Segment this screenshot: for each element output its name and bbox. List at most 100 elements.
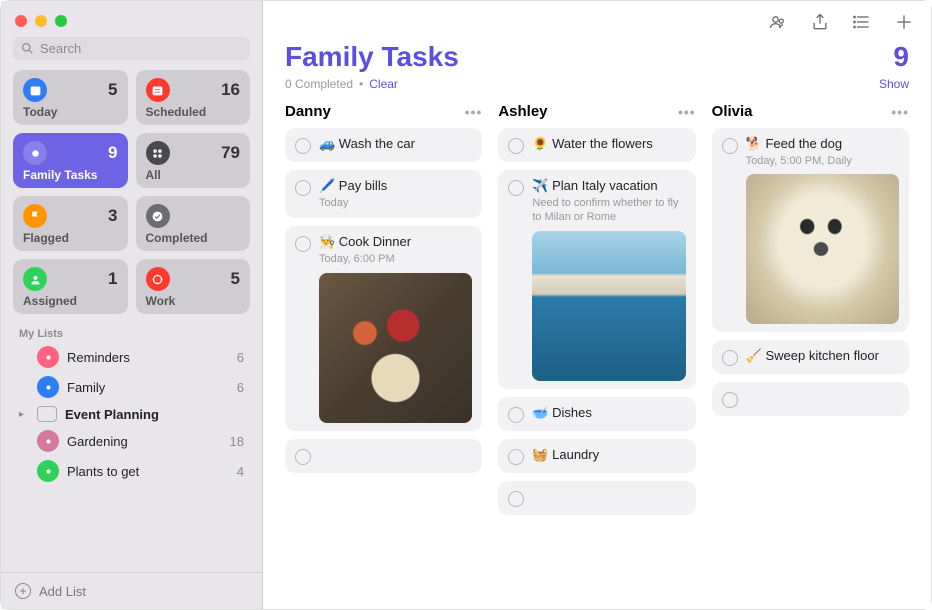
main-content: Family Tasks 9 0 Completed • Clear Show … xyxy=(263,1,931,609)
search-input[interactable]: Search xyxy=(13,37,250,60)
flagged-icon xyxy=(23,204,47,228)
new-task-placeholder[interactable] xyxy=(498,481,695,515)
task-item[interactable]: 👨‍🍳 Cook DinnerToday, 6:00 PM xyxy=(285,226,482,430)
my-lists: Reminders6Family6 ▸ Event Planning Gardenin… xyxy=(1,342,262,572)
task-image[interactable] xyxy=(319,273,472,423)
list-item-gardening[interactable]: Gardening 18 xyxy=(7,426,256,456)
task-item[interactable]: 🥣 Dishes xyxy=(498,397,695,431)
card-label: Today xyxy=(23,105,118,119)
minimize-window-button[interactable] xyxy=(35,15,47,27)
new-task-placeholder[interactable] xyxy=(285,439,482,473)
list-label: Gardening xyxy=(67,434,222,449)
smart-list-completed[interactable]: Completed xyxy=(136,196,251,251)
work-icon xyxy=(146,267,170,291)
list-title: Family Tasks xyxy=(285,41,459,73)
task-complete-radio[interactable] xyxy=(295,138,311,154)
task-complete-radio[interactable] xyxy=(722,350,738,366)
collaborate-button[interactable] xyxy=(767,11,789,33)
add-reminder-button[interactable] xyxy=(893,11,915,33)
column-header: Ashley ••• xyxy=(498,103,695,120)
new-task-placeholder[interactable] xyxy=(712,382,909,416)
column-more-button[interactable]: ••• xyxy=(678,104,696,120)
list-item-event-planning[interactable]: ▸ Event Planning xyxy=(7,402,256,426)
task-complete-radio[interactable] xyxy=(295,180,311,196)
task-complete-radio[interactable] xyxy=(508,138,524,154)
column-name: Danny xyxy=(285,103,331,120)
show-completed-button[interactable]: Show xyxy=(879,77,909,91)
smart-list-scheduled[interactable]: 16Scheduled xyxy=(136,70,251,125)
task-title: 👨‍🍳 Cook Dinner xyxy=(319,234,472,250)
smart-list-all[interactable]: 79All xyxy=(136,133,251,188)
list-count: 4 xyxy=(237,464,244,479)
task-radio[interactable] xyxy=(508,491,524,507)
list-label: Event Planning xyxy=(65,407,236,422)
list-count: 6 xyxy=(237,380,244,395)
task-item[interactable]: 🧹 Sweep kitchen floor xyxy=(712,340,909,374)
clear-completed-button[interactable]: Clear xyxy=(369,77,398,91)
smart-list-work[interactable]: 5 Work xyxy=(136,259,251,314)
column-name: Ashley xyxy=(498,103,547,120)
task-title: 🧺 Laundry xyxy=(532,447,685,463)
today-icon xyxy=(23,78,47,102)
list-icon xyxy=(37,376,59,398)
card-label: Work xyxy=(146,294,241,308)
column-more-button[interactable]: ••• xyxy=(465,104,483,120)
task-title: 🥣 Dishes xyxy=(532,405,685,421)
column-danny: Danny ••• 🚙 Wash the car 🖊️ Pay billsToday 👨… xyxy=(285,103,482,593)
kanban-columns: Danny ••• 🚙 Wash the car 🖊️ Pay billsToday 👨… xyxy=(263,103,931,609)
task-radio[interactable] xyxy=(295,449,311,465)
smart-list-cards: 5 Today 16Scheduled9Family Tasks79All3Flag… xyxy=(1,70,262,324)
list-count: 6 xyxy=(237,350,244,365)
share-button[interactable] xyxy=(809,11,831,33)
task-item[interactable]: 🚙 Wash the car xyxy=(285,128,482,162)
toolbar xyxy=(263,1,931,35)
list-label: Plants to get xyxy=(67,464,229,479)
fullscreen-window-button[interactable] xyxy=(55,15,67,27)
task-item[interactable]: 🐕 Feed the dogToday, 5:00 PM, Daily xyxy=(712,128,909,332)
all-icon xyxy=(146,141,170,165)
task-title: 🚙 Wash the car xyxy=(319,136,472,152)
task-image[interactable] xyxy=(746,174,899,324)
smart-list-today[interactable]: 5 Today xyxy=(13,70,128,125)
task-title: 🌻 Water the flowers xyxy=(532,136,685,152)
task-image[interactable] xyxy=(532,231,685,381)
task-complete-radio[interactable] xyxy=(508,407,524,423)
add-list-label: Add List xyxy=(39,584,86,599)
task-item[interactable]: 🌻 Water the flowers xyxy=(498,128,695,162)
chevron-right-icon: ▸ xyxy=(19,409,29,420)
card-count: 5 xyxy=(108,80,117,100)
view-options-button[interactable] xyxy=(851,11,873,33)
column-more-button[interactable]: ••• xyxy=(891,104,909,120)
task-complete-radio[interactable] xyxy=(508,180,524,196)
task-subtitle: Need to confirm whether to fly to Milan … xyxy=(532,196,685,225)
card-label: All xyxy=(146,168,241,182)
task-complete-radio[interactable] xyxy=(722,138,738,154)
list-item-family[interactable]: Family6 xyxy=(7,372,256,402)
task-complete-radio[interactable] xyxy=(295,236,311,252)
scheduled-icon xyxy=(146,78,170,102)
smart-list-assigned[interactable]: 1 Assigned xyxy=(13,259,128,314)
card-count: 5 xyxy=(231,269,240,289)
task-item[interactable]: ✈️ Plan Italy vacationNeed to confirm wh… xyxy=(498,170,695,389)
smart-list-flagged[interactable]: 3Flagged xyxy=(13,196,128,251)
card-label: Flagged xyxy=(23,231,118,245)
task-radio[interactable] xyxy=(722,392,738,408)
list-icon xyxy=(37,346,59,368)
card-label: Family Tasks xyxy=(23,168,118,182)
task-complete-radio[interactable] xyxy=(508,449,524,465)
close-window-button[interactable] xyxy=(15,15,27,27)
card-label: Scheduled xyxy=(146,105,241,119)
list-header: Family Tasks 9 xyxy=(263,35,931,73)
add-list-button[interactable]: + Add List xyxy=(1,572,262,609)
list-item-reminders[interactable]: Reminders6 xyxy=(7,342,256,372)
task-item[interactable]: 🖊️ Pay billsToday xyxy=(285,170,482,218)
smart-list-family-tasks[interactable]: 9Family Tasks xyxy=(13,133,128,188)
list-icon xyxy=(37,460,59,482)
list-count: 18 xyxy=(230,434,244,449)
card-label: Assigned xyxy=(23,294,118,308)
dot-separator: • xyxy=(359,77,363,91)
completed-count: 0 Completed xyxy=(285,77,353,91)
task-item[interactable]: 🧺 Laundry xyxy=(498,439,695,473)
card-count: 1 xyxy=(108,269,117,289)
list-item-plants-to-get[interactable]: Plants to get 4 xyxy=(7,456,256,486)
